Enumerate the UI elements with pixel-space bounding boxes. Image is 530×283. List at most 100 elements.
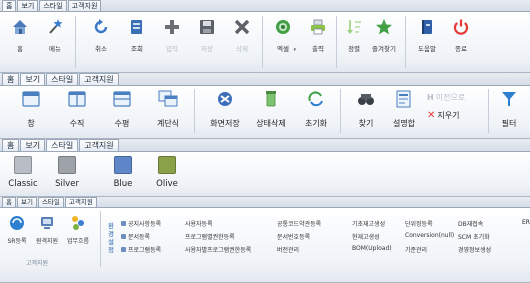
tab-home[interactable]: 홈 bbox=[2, 197, 16, 207]
filter-icon bbox=[502, 92, 516, 106]
tab-support[interactable]: 고객지원 bbox=[79, 139, 119, 151]
settings-menu-item[interactable]: 사용자별프로그램권한등록 bbox=[185, 245, 251, 254]
style-blue-button[interactable]: Blue bbox=[108, 156, 138, 189]
home-button-label: 홈 bbox=[17, 45, 23, 53]
find-button[interactable]: 찾기 bbox=[348, 90, 384, 136]
settings-menu-item[interactable]: DB재접속 bbox=[458, 219, 483, 228]
sort-button[interactable]: 정렬 bbox=[339, 16, 369, 68]
explain-button[interactable]: 설명합 bbox=[386, 90, 422, 136]
tile-vertical-button[interactable]: 수직 bbox=[60, 90, 94, 136]
settings-menu-item[interactable]: Conversion(null) bbox=[405, 232, 454, 239]
menu-button[interactable]: 메뉴 bbox=[40, 16, 70, 68]
menu-item-bullet-icon bbox=[121, 221, 126, 226]
style-olive-button[interactable]: Olive bbox=[152, 156, 182, 189]
tab-style[interactable]: 스타일 bbox=[39, 0, 67, 11]
style-olive-swatch bbox=[158, 156, 176, 174]
tab-style[interactable]: 스타일 bbox=[46, 73, 79, 85]
settings-menu-item[interactable]: BOM(Upload) bbox=[352, 245, 392, 252]
home-icon bbox=[13, 20, 27, 34]
add-button-label: 입력 bbox=[166, 45, 178, 53]
exit-button[interactable]: 종료 bbox=[446, 16, 476, 68]
tab-support[interactable]: 고객지원 bbox=[64, 197, 97, 207]
settings-menu-item[interactable]: 문서등록 bbox=[121, 232, 150, 241]
favorites-button[interactable]: 즐겨찾기 bbox=[369, 16, 399, 68]
settings-menu-item[interactable]: 단위정등록 bbox=[405, 219, 433, 228]
settings-menu-item[interactable]: 프로그램별권한등록 bbox=[185, 232, 235, 241]
group-divider bbox=[336, 16, 337, 68]
tab-style[interactable]: 스타일 bbox=[46, 139, 79, 151]
settings-menu-item[interactable]: 공지사항등록 bbox=[121, 219, 161, 228]
ribbon-support-body: SR등록 원격지원 업무흐름 고객지원 환경설정 공지사항등록 문서등록 프로그램등… bbox=[0, 208, 530, 283]
filter-button-label: 필터 bbox=[501, 119, 517, 128]
clear-button-label: 지우기 bbox=[437, 111, 460, 120]
tab-support[interactable]: 고객지원 bbox=[79, 73, 119, 85]
state-delete-button-label: 상태삭제 bbox=[256, 119, 286, 128]
state-delete-button[interactable]: 상태삭제 bbox=[248, 90, 294, 136]
exit-button-label: 종료 bbox=[455, 45, 467, 53]
search-document-icon bbox=[131, 20, 142, 34]
settings-menu-item[interactable]: 현재고생성 bbox=[352, 232, 380, 241]
group-divider bbox=[262, 16, 263, 68]
print-icon bbox=[311, 19, 325, 35]
cancel-button[interactable]: 취소 bbox=[86, 16, 116, 68]
print-button[interactable]: 출력 bbox=[303, 16, 333, 68]
settings-menu-item-label: 사용자별프로그램권한등록 bbox=[185, 247, 252, 254]
previous-button[interactable]: H 이전으로 bbox=[427, 92, 465, 103]
settings-menu-item[interactable]: 사용자등록 bbox=[185, 219, 213, 228]
tile-vertical-icon bbox=[68, 91, 86, 107]
group-divider bbox=[194, 89, 195, 133]
ribbon-tabbar: 홈 보기 스타일 고객지원 bbox=[0, 197, 530, 208]
filter-button[interactable]: 필터 bbox=[492, 90, 526, 136]
settings-menu-item[interactable]: 기준관리 bbox=[405, 245, 427, 254]
home-button[interactable]: 홈 bbox=[5, 16, 35, 68]
settings-menu-item[interactable]: 문서번호등록 bbox=[277, 232, 310, 241]
tab-view[interactable]: 보기 bbox=[20, 139, 46, 151]
clear-button[interactable]: ✕ 지우기 bbox=[427, 110, 459, 121]
style-classic-button[interactable]: Classic bbox=[4, 156, 42, 189]
window-button[interactable]: 창 bbox=[14, 90, 48, 136]
tab-view[interactable]: 보기 bbox=[16, 197, 37, 207]
settings-menu-grid: 공지사항등록문서등록프로그램등록 사용자등록프로그램별권한등록사용자별프로그램권한… bbox=[0, 208, 530, 268]
add-button[interactable]: 입력 bbox=[157, 16, 187, 68]
search-button[interactable]: 조회 bbox=[122, 16, 152, 68]
excel-button[interactable]: 엑셀 ▾ bbox=[268, 16, 298, 68]
group-divider bbox=[405, 16, 406, 68]
delete-button[interactable]: 삭제 bbox=[227, 16, 257, 68]
settings-menu-item-label: BOM(Upload) bbox=[352, 245, 392, 252]
style-silver-swatch bbox=[58, 156, 76, 174]
favorites-button-label: 즐겨찾기 bbox=[372, 45, 396, 53]
settings-menu-item[interactable]: 버전관리 bbox=[277, 245, 299, 254]
settings-menu-item-label: 사용자등록 bbox=[185, 221, 213, 228]
settings-menu-item[interactable]: SCM 초기화 bbox=[458, 232, 490, 241]
tile-vertical-button-label: 수직 bbox=[69, 119, 85, 128]
cascade-button[interactable]: 계단식 bbox=[148, 90, 188, 136]
tile-horizontal-button[interactable]: 수평 bbox=[105, 90, 139, 136]
tab-support[interactable]: 고객지원 bbox=[67, 0, 102, 11]
save-button[interactable]: 저장 bbox=[192, 16, 222, 68]
tab-home[interactable]: 홈 bbox=[2, 73, 20, 85]
star-icon bbox=[376, 19, 392, 35]
reset-button[interactable]: 초기화 bbox=[296, 90, 336, 136]
tab-home[interactable]: 홈 bbox=[2, 139, 20, 151]
settings-menu-item[interactable]: 공통코드약관등록 bbox=[277, 219, 321, 228]
screen-save-icon bbox=[218, 92, 232, 106]
style-classic-label: Classic bbox=[8, 179, 38, 189]
style-blue-swatch bbox=[114, 156, 132, 174]
screen-save-button-label: 화면저장 bbox=[210, 119, 240, 128]
tab-style[interactable]: 스타일 bbox=[37, 197, 64, 207]
window-icon bbox=[22, 91, 40, 107]
tab-view[interactable]: 보기 bbox=[20, 73, 46, 85]
screen-save-button[interactable]: 화면저장 bbox=[202, 90, 248, 136]
explain-button-label: 설명합 bbox=[392, 119, 416, 128]
tab-view[interactable]: 보기 bbox=[17, 0, 39, 11]
help-button[interactable]: 도움말 bbox=[412, 16, 442, 68]
settings-menu-item-label: 프로그램별권한등록 bbox=[185, 234, 235, 241]
help-button-label: 도움말 bbox=[418, 45, 436, 53]
settings-menu-item-label: 현재고생성 bbox=[352, 234, 380, 241]
style-silver-button[interactable]: Silver bbox=[50, 156, 84, 189]
settings-menu-item[interactable]: 기초재고생성 bbox=[352, 219, 385, 228]
cancel-button-label: 취소 bbox=[95, 45, 107, 53]
settings-menu-item[interactable]: 프로그램등록 bbox=[121, 245, 161, 254]
tab-home[interactable]: 홈 bbox=[2, 0, 17, 11]
settings-menu-item[interactable]: 경영정보생성 bbox=[458, 245, 491, 254]
